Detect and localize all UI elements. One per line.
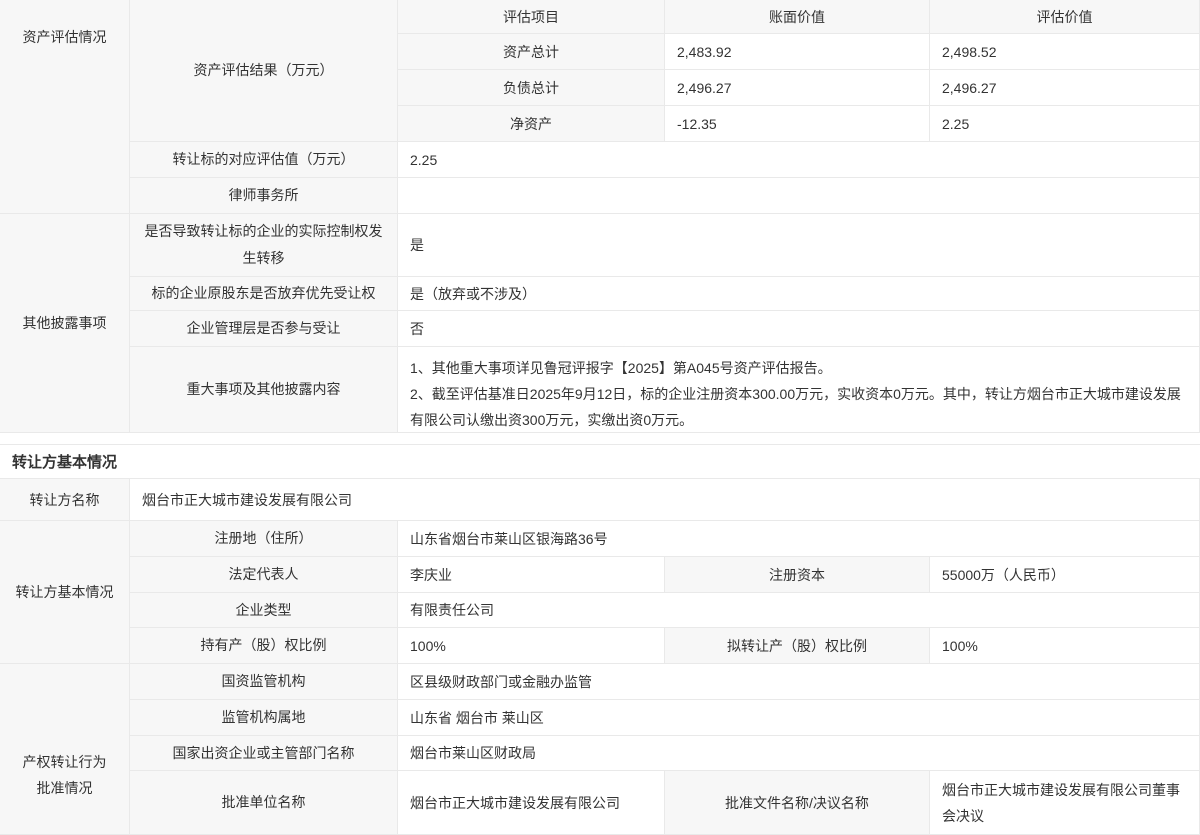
major-matters-item: 1、其他重大事项详见鲁冠评报字【2025】第A045号资产评估报告。: [410, 355, 1187, 381]
target-eval-row: 转让标的对应评估值（万元） 2.25: [130, 142, 1200, 178]
holding-ratio-label: 持有产（股）权比例: [130, 628, 398, 664]
waiver-label: 标的企业原股东是否放弃优先受让权: [130, 277, 398, 311]
management-value: 否: [398, 311, 1200, 347]
law-firm-label: 律师事务所: [130, 178, 398, 214]
approval-unit-label: 批准单位名称: [130, 771, 398, 835]
control-transfer-value: 是: [398, 214, 1200, 277]
holding-ratio-value: 100%: [398, 628, 665, 664]
approval-group: 产权转让行为批准情况 国资监管机构 区县级财政部门或金融办监管 监管机构属地 山…: [0, 664, 1200, 835]
eval-row-book: 2,496.27: [665, 70, 930, 106]
eval-table: 评估项目 账面价值 评估价值 资产总计 2,483.92 2,498.52 负债…: [398, 0, 1200, 142]
target-eval-label: 转让标的对应评估值（万元）: [130, 142, 398, 178]
approval-group-label: 产权转让行为批准情况: [0, 664, 130, 835]
property-transfer-disclosure-page: 资产评估情况 资产评估结果（万元） 评估项目 账面价值 评估价值 资产总计 2,…: [0, 0, 1200, 835]
eval-row-book: -12.35: [665, 106, 930, 142]
transferor-section-header: 转让方基本情况: [0, 444, 1200, 479]
agency-region-value: 山东省 烟台市 莱山区: [398, 700, 1200, 736]
target-eval-value: 2.25: [398, 142, 1200, 178]
management-row: 企业管理层是否参与受让 否: [130, 311, 1200, 347]
legal-representative-label: 法定代表人: [130, 557, 398, 593]
enterprise-type-value: 有限责任公司: [398, 593, 1200, 628]
eval-row-eval: 2,498.52: [930, 34, 1200, 70]
eval-row-item: 资产总计: [398, 34, 665, 70]
control-transfer-row: 是否导致转让标的企业的实际控制权发生转移 是: [130, 214, 1200, 277]
registered-address-value: 山东省烟台市莱山区银海路36号: [398, 521, 1200, 557]
law-firm-row: 律师事务所: [130, 178, 1200, 214]
approval-group-label-text: 产权转让行为批准情况: [20, 749, 110, 801]
supervision-agency-row: 国资监管机构 区县级财政部门或金融办监管: [130, 664, 1200, 700]
enterprise-type-label: 企业类型: [130, 593, 398, 628]
assessment-result-label: 资产评估结果（万元）: [130, 0, 398, 142]
major-matters-value: 1、其他重大事项详见鲁冠评报字【2025】第A045号资产评估报告。 2、截至评…: [398, 347, 1200, 433]
transfer-ratio-label: 拟转让产（股）权比例: [665, 628, 930, 664]
section-gap: [0, 433, 1200, 444]
transferor-basic-group: 转让方基本情况 注册地（住所） 山东省烟台市莱山区银海路36号 法定代表人 李庆…: [0, 521, 1200, 664]
agency-region-label: 监管机构属地: [130, 700, 398, 736]
legal-representative-row: 法定代表人 李庆业 注册资本 55000万（人民币）: [130, 557, 1200, 593]
transferor-name-row: 转让方名称 烟台市正大城市建设发展有限公司: [0, 479, 1200, 521]
management-label: 企业管理层是否参与受让: [130, 311, 398, 347]
registered-capital-label: 注册资本: [665, 557, 930, 593]
control-transfer-label: 是否导致转让标的企业的实际控制权发生转移: [130, 214, 398, 277]
state-funded-enterprise-label: 国家出资企业或主管部门名称: [130, 736, 398, 771]
eval-row-book: 2,483.92: [665, 34, 930, 70]
law-firm-value: [398, 178, 1200, 214]
major-matters-row: 重大事项及其他披露内容 1、其他重大事项详见鲁冠评报字【2025】第A045号资…: [130, 347, 1200, 433]
supervision-agency-label: 国资监管机构: [130, 664, 398, 700]
holding-ratio-row: 持有产（股）权比例 100% 拟转让产（股）权比例 100%: [130, 628, 1200, 664]
approval-unit-value: 烟台市正大城市建设发展有限公司: [398, 771, 665, 835]
eval-header-book: 账面价值: [665, 0, 930, 34]
state-funded-enterprise-value: 烟台市莱山区财政局: [398, 736, 1200, 771]
eval-row-item: 净资产: [398, 106, 665, 142]
state-funded-enterprise-row: 国家出资企业或主管部门名称 烟台市莱山区财政局: [130, 736, 1200, 771]
eval-header-eval: 评估价值: [930, 0, 1200, 34]
major-matters-item: 2、截至评估基准日2025年9月12日，标的企业注册资本300.00万元，实收资…: [410, 381, 1187, 433]
registered-capital-value: 55000万（人民币）: [930, 557, 1200, 593]
eval-table-header-row: 评估项目 账面价值 评估价值: [398, 0, 1200, 34]
waiver-value: 是（放弃或不涉及）: [398, 277, 1200, 311]
eval-header-item: 评估项目: [398, 0, 665, 34]
eval-table-row: 负债总计 2,496.27 2,496.27: [398, 70, 1200, 106]
transferor-basic-group-label: 转让方基本情况: [0, 521, 130, 664]
asset-assessment-group: 资产评估情况 资产评估结果（万元） 评估项目 账面价值 评估价值 资产总计 2,…: [0, 0, 1200, 214]
waiver-row: 标的企业原股东是否放弃优先受让权 是（放弃或不涉及）: [130, 277, 1200, 311]
supervision-agency-value: 区县级财政部门或金融办监管: [398, 664, 1200, 700]
asset-assessment-group-label: 资产评估情况: [0, 0, 130, 214]
eval-row-item: 负债总计: [398, 70, 665, 106]
registered-address-row: 注册地（住所） 山东省烟台市莱山区银海路36号: [130, 521, 1200, 557]
transferor-name-label: 转让方名称: [0, 479, 130, 521]
transferor-name-value: 烟台市正大城市建设发展有限公司: [130, 479, 1200, 521]
transfer-ratio-value: 100%: [930, 628, 1200, 664]
approval-unit-row: 批准单位名称 烟台市正大城市建设发展有限公司 批准文件名称/决议名称 烟台市正大…: [130, 771, 1200, 835]
other-disclosure-group: 其他披露事项 是否导致转让标的企业的实际控制权发生转移 是 标的企业原股东是否放…: [0, 214, 1200, 433]
eval-row-eval: 2.25: [930, 106, 1200, 142]
approval-document-label: 批准文件名称/决议名称: [665, 771, 930, 835]
eval-table-row: 资产总计 2,483.92 2,498.52: [398, 34, 1200, 70]
eval-table-row: 净资产 -12.35 2.25: [398, 106, 1200, 142]
agency-region-row: 监管机构属地 山东省 烟台市 莱山区: [130, 700, 1200, 736]
assessment-result-row: 资产评估结果（万元） 评估项目 账面价值 评估价值 资产总计 2,483.92 …: [130, 0, 1200, 142]
major-matters-label: 重大事项及其他披露内容: [130, 347, 398, 433]
approval-document-value: 烟台市正大城市建设发展有限公司董事会决议: [930, 771, 1200, 835]
legal-representative-value: 李庆业: [398, 557, 665, 593]
eval-row-eval: 2,496.27: [930, 70, 1200, 106]
enterprise-type-row: 企业类型 有限责任公司: [130, 593, 1200, 628]
registered-address-label: 注册地（住所）: [130, 521, 398, 557]
other-disclosure-group-label: 其他披露事项: [0, 214, 130, 433]
